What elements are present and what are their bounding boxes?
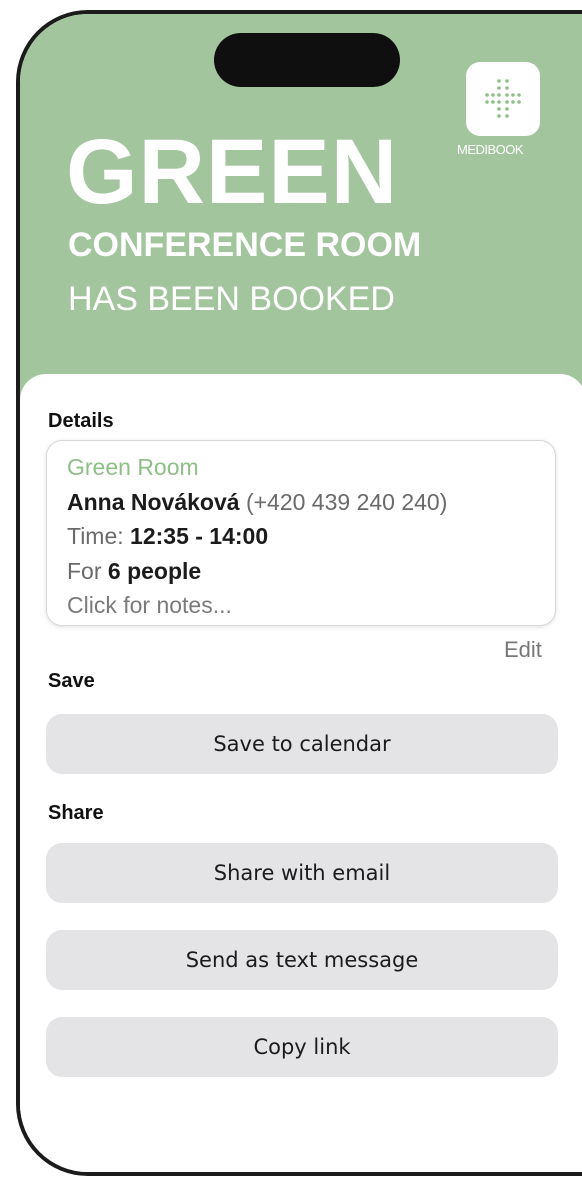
screen: MEDIBOOK GREEN CONFERENCE ROOM HAS BEEN … (0, 0, 582, 1181)
details-heading: Details (48, 410, 114, 432)
room-name: Green Room (67, 454, 199, 480)
people-line: For 6 people (67, 554, 555, 589)
room-subtitle: CONFERENCE ROOM (68, 226, 422, 264)
send-text-button[interactable]: Send as text message (46, 930, 558, 990)
notes-link[interactable]: Click for notes... (67, 588, 555, 623)
room-title: GREEN (66, 121, 399, 223)
booker-phone: (+420 439 240 240) (245, 488, 448, 515)
share-email-button[interactable]: Share with email (46, 843, 558, 903)
time-label: Time: (67, 523, 124, 549)
booker-line: Anna Nováková (+420 439 240 240) (67, 485, 555, 520)
confirmation-header: MEDIBOOK GREEN CONFERENCE ROOM HAS BEEN … (20, 14, 582, 414)
time-line: Time: 12:35 - 14:00 (67, 519, 555, 554)
time-value: 12:35 - 14:00 (130, 523, 269, 549)
booking-status: HAS BEEN BOOKED (68, 280, 395, 318)
booker-name: Anna Nováková (67, 488, 240, 515)
cross-logo-icon (485, 79, 521, 118)
save-heading: Save (48, 670, 95, 692)
save-to-calendar-button[interactable]: Save to calendar (46, 714, 558, 774)
edit-link[interactable]: Edit (504, 637, 542, 663)
people-prefix: For (67, 557, 102, 584)
phone-frame: MEDIBOOK GREEN CONFERENCE ROOM HAS BEEN … (16, 10, 582, 1176)
details-card[interactable]: Green Room Anna Nováková (+420 439 240 2… (46, 440, 556, 626)
share-heading: Share (48, 802, 104, 824)
medibook-logo (466, 62, 540, 136)
booking-sheet: Details Green Room Anna Nováková (+420 4… (20, 374, 582, 1172)
copy-link-button[interactable]: Copy link (46, 1017, 558, 1077)
dynamic-island (214, 33, 400, 87)
brand-name: MEDIBOOK (457, 142, 524, 157)
people-value: 6 people (107, 557, 202, 584)
